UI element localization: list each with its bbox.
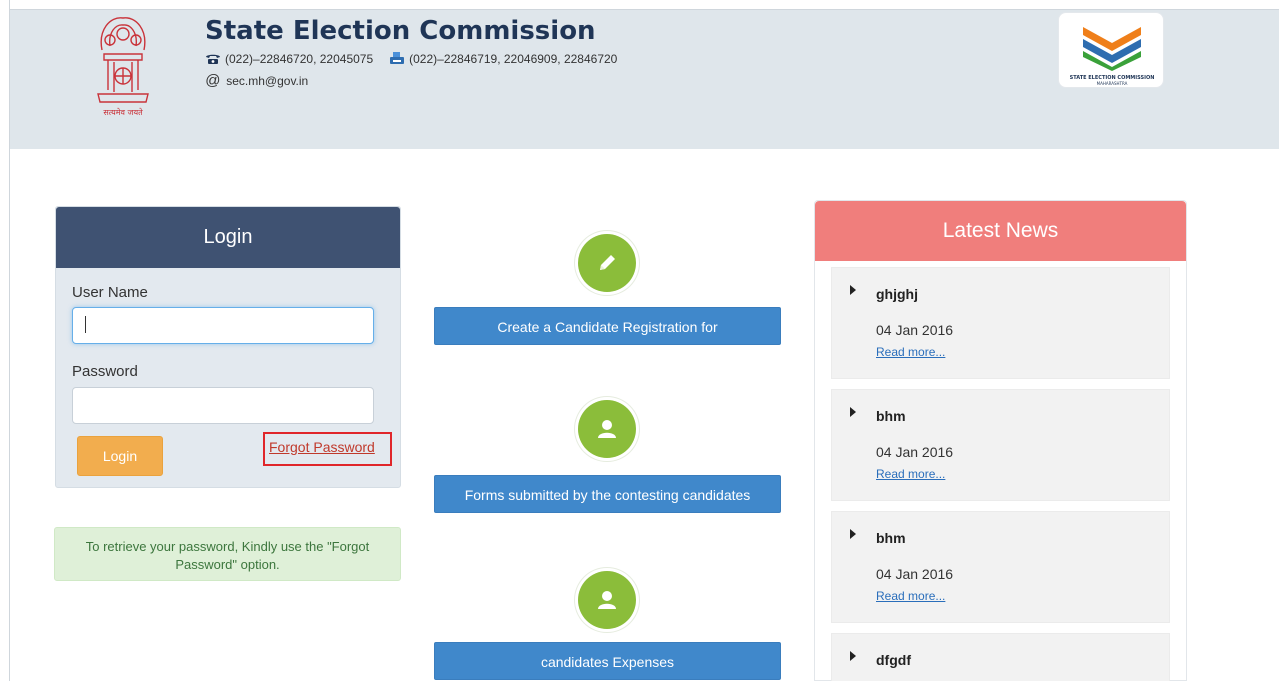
login-button[interactable]: Login: [77, 436, 163, 476]
text-caret: [85, 316, 86, 333]
telephone-icon: [206, 54, 220, 64]
read-more-link[interactable]: Read more...: [876, 345, 945, 359]
info-alert: To retrieve your password, Kindly use th…: [54, 527, 401, 581]
email-address: sec.mh@gov.in: [226, 73, 309, 88]
pencil-icon: [600, 255, 615, 270]
page-title: State Election Commission: [205, 16, 596, 46]
fax-icon: [390, 52, 405, 64]
login-heading: Login: [56, 207, 400, 268]
caret-right-icon: [850, 285, 856, 295]
read-more-link[interactable]: Read more...: [876, 589, 945, 603]
logo-line-2: MAHARASHTRA: [1097, 81, 1128, 86]
password-label: Password: [72, 363, 138, 380]
news-title: bhm: [876, 408, 906, 424]
emblem-caption: सत्यमेव जयते: [103, 107, 143, 117]
sec-logo: STATE ELECTION COMMISSION MAHARASHTRA: [1058, 12, 1164, 88]
username-label: User Name: [72, 284, 148, 301]
news-title: dfgdf: [876, 652, 911, 668]
contact-line: (022)–22846720, 22045075 (022)–22846719,…: [205, 52, 617, 66]
news-item: bhm 04 Jan 2016 Read more...: [831, 389, 1170, 501]
fax-numbers: (022)–22846719, 22046909, 22846720: [409, 52, 618, 66]
login-panel: Login User Name Password Login Forgot Pa…: [55, 206, 401, 488]
candidate-expenses-button[interactable]: candidates Expenses: [434, 642, 781, 680]
username-field-wrap: [56, 307, 402, 347]
news-item: bhm 04 Jan 2016 Read more...: [831, 511, 1170, 623]
news-title: bhm: [876, 530, 906, 546]
news-date: 04 Jan 2016: [876, 444, 954, 460]
forms-submitted-icon-circle[interactable]: [575, 397, 639, 461]
forgot-password-link[interactable]: Forgot Password: [263, 432, 392, 466]
user-icon: [598, 420, 616, 438]
latest-news-panel: Latest News ghjghj 04 Jan 2016 Read more…: [814, 200, 1187, 681]
at-sign-icon: @: [205, 72, 221, 89]
news-title: ghjghj: [876, 286, 918, 302]
create-registration-icon-circle[interactable]: [575, 231, 639, 295]
forms-submitted-button[interactable]: Forms submitted by the contesting candid…: [434, 475, 781, 513]
site-header: सत्यमेव जयते State Election Commission (…: [10, 9, 1279, 149]
user-icon: [598, 591, 616, 609]
create-registration-button[interactable]: Create a Candidate Registration for: [434, 307, 781, 345]
news-date: 04 Jan 2016: [876, 322, 954, 338]
read-more-link[interactable]: Read more...: [876, 467, 945, 481]
caret-right-icon: [850, 529, 856, 539]
news-date: 04 Jan 2016: [876, 566, 954, 582]
password-field[interactable]: [72, 387, 374, 424]
candidate-expenses-icon-circle[interactable]: [575, 568, 639, 632]
phone-numbers: (022)–22846720, 22045075: [225, 52, 374, 66]
news-item: ghjghj 04 Jan 2016 Read more...: [831, 267, 1170, 379]
news-item: dfgdf: [831, 633, 1170, 681]
news-heading: Latest News: [815, 201, 1186, 261]
username-field[interactable]: [72, 307, 374, 344]
email-line: @ sec.mh@gov.in: [205, 72, 308, 89]
caret-right-icon: [850, 651, 856, 661]
sec-logo-icon: STATE ELECTION COMMISSION MAHARASHTRA: [1070, 27, 1154, 86]
caret-right-icon: [850, 407, 856, 417]
national-emblem-icon: सत्यमेव जयते: [97, 17, 149, 117]
